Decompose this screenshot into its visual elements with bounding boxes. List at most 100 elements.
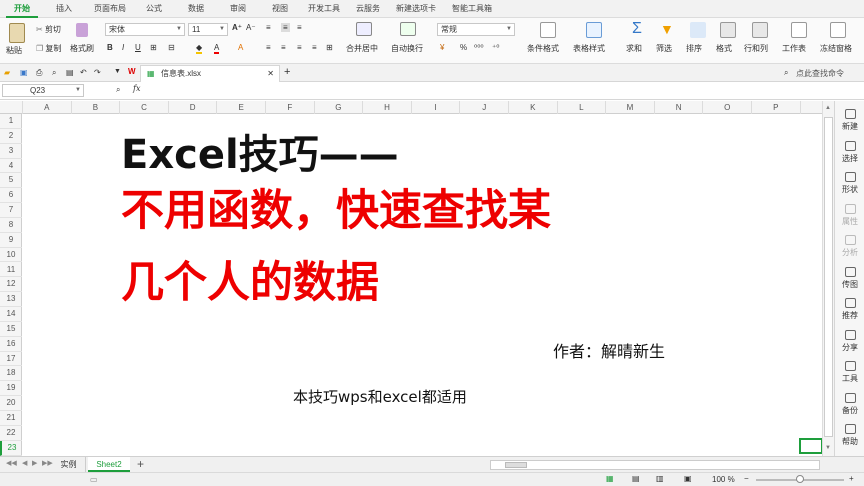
- wrap-text-icon[interactable]: [400, 22, 416, 36]
- row-header[interactable]: 18: [0, 366, 22, 382]
- zoom-slider[interactable]: [756, 475, 844, 483]
- column-header[interactable]: P: [752, 101, 801, 114]
- horizontal-scrollbar[interactable]: [490, 460, 820, 470]
- number-format-select[interactable]: 常规 ▼: [437, 23, 515, 36]
- menu-tab-data[interactable]: 数据: [180, 0, 212, 18]
- row-header[interactable]: 14: [0, 307, 22, 322]
- sheet-nav-first-icon[interactable]: ◀◀: [6, 459, 17, 467]
- filter-button[interactable]: 筛选: [656, 43, 672, 54]
- row-header[interactable]: 23: [0, 440, 22, 456]
- document-tab[interactable]: ▦ 信息表.xlsx ✕: [140, 65, 280, 82]
- column-header[interactable]: M: [606, 101, 655, 114]
- sidebar-item-shape[interactable]: 形状: [835, 172, 864, 195]
- zoom-out-icon[interactable]: −: [744, 474, 749, 483]
- column-header[interactable]: H: [363, 101, 412, 114]
- italic-icon[interactable]: I: [122, 43, 124, 52]
- column-header[interactable]: F: [266, 101, 315, 114]
- menu-tab-new-tab[interactable]: 新建选项卡: [390, 0, 442, 18]
- sidebar-item-new[interactable]: 新建: [835, 109, 864, 132]
- reading-mode-icon[interactable]: ▣: [684, 474, 692, 483]
- row-header[interactable]: 21: [0, 411, 22, 426]
- menu-tab-home[interactable]: 开始: [6, 0, 38, 18]
- column-header[interactable]: C: [120, 101, 169, 114]
- format-button[interactable]: 格式: [716, 43, 732, 54]
- column-header[interactable]: A: [23, 101, 72, 114]
- filter-icon[interactable]: ▼: [660, 21, 674, 37]
- menu-tab-smart-tools[interactable]: 智能工具箱: [446, 0, 498, 18]
- sidebar-item-property[interactable]: 属性: [835, 203, 864, 227]
- cell-grid[interactable]: Excel技巧—— 不用函数，快速查找某 几个人的数据 作者：解晴新生 本技巧w…: [23, 114, 822, 456]
- sidebar-item-tools[interactable]: 工具: [835, 361, 864, 384]
- clear-icon[interactable]: A: [238, 43, 243, 52]
- row-col-icon[interactable]: [752, 22, 768, 38]
- wrap-text-button[interactable]: 自动换行: [391, 43, 423, 54]
- sheet-nav-next-icon[interactable]: ▶: [32, 459, 37, 467]
- sheet-nav-prev-icon[interactable]: ◀: [22, 459, 27, 467]
- row-header[interactable]: 22: [0, 426, 22, 441]
- table-style-button[interactable]: 表格样式: [573, 43, 605, 54]
- row-header[interactable]: 12: [0, 277, 22, 293]
- row-header[interactable]: 15: [0, 322, 22, 337]
- formula-input[interactable]: [152, 83, 862, 98]
- zoom-slider-handle[interactable]: [796, 475, 804, 483]
- sidebar-item-analyze[interactable]: 分析: [835, 235, 864, 258]
- percent-icon[interactable]: %: [460, 43, 467, 52]
- sort-button[interactable]: 排序: [686, 43, 702, 54]
- conditional-format-icon[interactable]: [540, 22, 556, 38]
- align-bottom-icon[interactable]: ≡: [297, 23, 302, 32]
- strikethrough-icon[interactable]: ⊟: [168, 43, 175, 52]
- row-header[interactable]: 9: [0, 233, 22, 248]
- row-header[interactable]: 1: [0, 114, 22, 129]
- undo-icon[interactable]: ↶: [80, 68, 87, 77]
- conditional-format-button[interactable]: 条件格式: [527, 43, 559, 54]
- row-header[interactable]: 10: [0, 248, 22, 263]
- justify-icon[interactable]: ≡: [312, 43, 317, 52]
- merge-center-button[interactable]: 合并居中: [346, 43, 378, 54]
- decrease-font-icon[interactable]: A⁻: [246, 23, 256, 32]
- freeze-panes-button[interactable]: 冻结窗格: [820, 43, 852, 54]
- sum-icon[interactable]: Σ: [632, 20, 642, 38]
- row-header[interactable]: 13: [0, 292, 22, 308]
- search-icon[interactable]: ⌕: [784, 68, 788, 78]
- row-header[interactable]: 16: [0, 337, 22, 352]
- font-size-select[interactable]: 11 ▼: [188, 23, 228, 36]
- column-header[interactable]: D: [169, 101, 218, 114]
- vertical-scrollbar[interactable]: ▲ ▼: [822, 101, 834, 456]
- zoom-in-icon[interactable]: +: [849, 474, 854, 483]
- sidebar-item-select[interactable]: 选择: [835, 140, 864, 164]
- function-icon[interactable]: fx: [133, 84, 140, 93]
- comma-icon[interactable]: ⁰⁰⁰: [474, 43, 484, 52]
- distribute-icon[interactable]: ⊞: [326, 43, 333, 52]
- align-left-icon[interactable]: ≡: [266, 43, 271, 52]
- row-header[interactable]: 17: [0, 352, 22, 367]
- fill-color-icon[interactable]: ◆: [196, 43, 203, 54]
- zoom-level[interactable]: 100 %: [712, 475, 735, 484]
- h-scrollbar-thumb[interactable]: [505, 462, 527, 468]
- align-top-icon[interactable]: ≡: [266, 23, 271, 32]
- copy-button[interactable]: ❐ 复制: [36, 43, 61, 54]
- sheet-tab-sheet2[interactable]: Sheet2: [88, 457, 130, 472]
- export-pdf-icon[interactable]: ▤: [66, 68, 74, 77]
- row-header[interactable]: 20: [0, 396, 22, 411]
- page-layout-view-icon[interactable]: ▤: [632, 474, 640, 483]
- close-icon[interactable]: ✕: [267, 66, 274, 82]
- menu-tab-review[interactable]: 审阅: [222, 0, 254, 18]
- column-header[interactable]: O: [703, 101, 752, 114]
- page-break-view-icon[interactable]: ▥: [656, 474, 664, 483]
- column-header[interactable]: J: [460, 101, 509, 114]
- column-header[interactable]: B: [72, 101, 121, 114]
- sum-button[interactable]: 求和: [626, 43, 642, 54]
- column-header[interactable]: G: [315, 101, 364, 114]
- menu-tab-developer[interactable]: 开发工具: [302, 0, 346, 18]
- normal-view-icon[interactable]: ▦: [606, 474, 614, 483]
- decimal-icon[interactable]: ⁺⁰: [492, 43, 499, 52]
- table-style-icon[interactable]: [586, 22, 602, 38]
- zoom-search-icon[interactable]: ⌕: [116, 85, 120, 95]
- chevron-down-icon[interactable]: ▼: [114, 68, 121, 75]
- column-header[interactable]: L: [558, 101, 607, 114]
- font-name-select[interactable]: 宋体 ▼: [105, 23, 185, 36]
- format-painter-button[interactable]: 格式刷: [70, 43, 94, 54]
- row-col-button[interactable]: 行和列: [744, 43, 768, 54]
- column-header[interactable]: E: [217, 101, 266, 114]
- row-header[interactable]: 3: [0, 144, 22, 159]
